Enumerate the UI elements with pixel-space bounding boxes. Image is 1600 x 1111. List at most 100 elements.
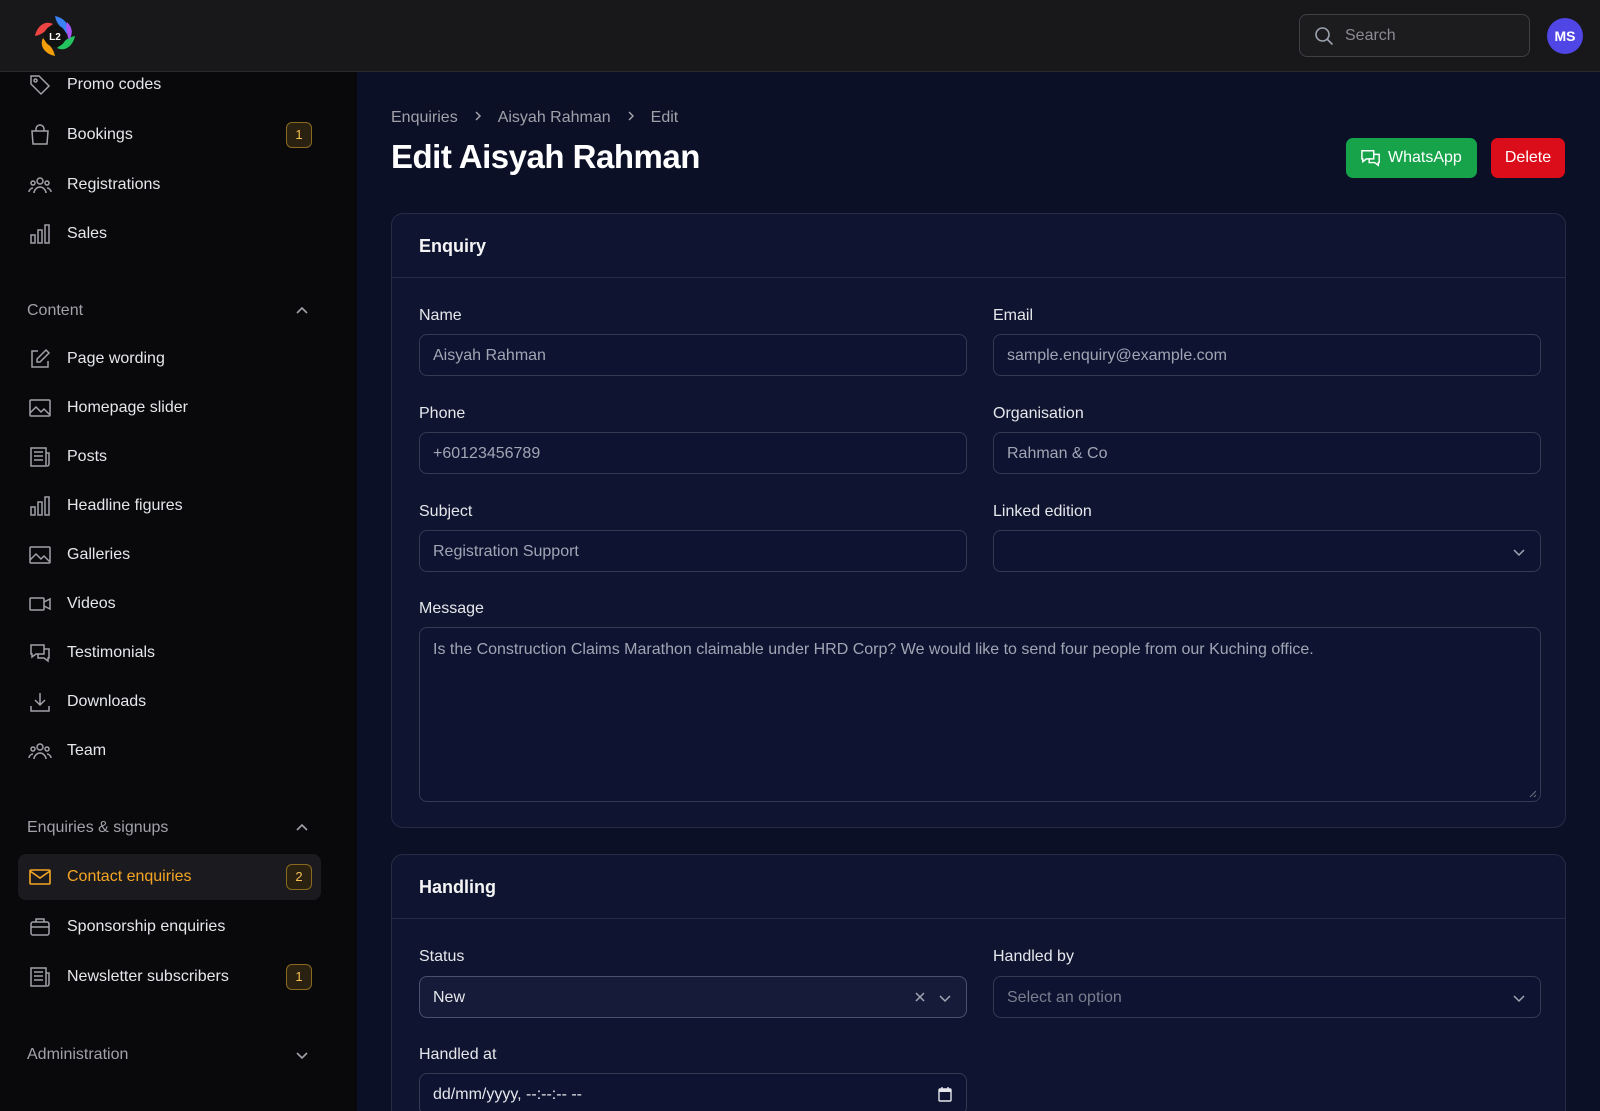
sidebar-item-posts[interactable]: Posts [18, 434, 321, 480]
count-badge: 1 [286, 964, 312, 990]
message-label: Message [419, 600, 484, 617]
group-label: Content [27, 302, 84, 319]
sidebar-item-page-wording[interactable]: Page wording [18, 336, 321, 382]
name-label: Name [419, 307, 462, 324]
chevron-down-icon [1513, 549, 1525, 557]
chat-bubbles-icon [30, 644, 50, 663]
sidebar-item-label: Contact enquiries [67, 868, 192, 885]
chevron-down-icon [939, 995, 951, 1003]
shopping-bag-icon [31, 124, 49, 145]
chevron-up-icon [296, 823, 308, 831]
section-title: Enquiry [419, 236, 487, 256]
handled-by-label: Handled by [993, 948, 1074, 965]
user-group-icon [28, 743, 52, 760]
organisation-field[interactable]: Rahman & Co [993, 432, 1541, 474]
avatar[interactable]: MS [1547, 18, 1583, 54]
subject-field[interactable]: Registration Support [419, 530, 967, 572]
sidebar-item-label: Posts [67, 448, 108, 465]
message-textarea[interactable]: Is the Construction Claims Marathon clai… [419, 627, 1541, 802]
sidebar-item-label: Sales [67, 225, 108, 242]
organisation-value: Rahman & Co [1007, 445, 1108, 462]
handled-by-select[interactable]: Select an option [993, 976, 1541, 1018]
users-icon [28, 177, 52, 194]
resize-handle-icon[interactable] [1527, 788, 1537, 798]
briefcase-icon [30, 918, 50, 936]
sidebar-item-label: Bookings [67, 126, 133, 143]
sidebar-item-downloads[interactable]: Downloads [18, 679, 321, 725]
email-field[interactable]: sample.enquiry@example.com [993, 334, 1541, 376]
chevron-up-icon [296, 306, 308, 314]
sidebar-item-label: Videos [67, 595, 116, 612]
sidebar-item-label: Registrations [67, 176, 161, 193]
linked-edition-select[interactable] [993, 530, 1541, 572]
chevron-down-icon [296, 1052, 308, 1060]
sidebar-item-label: Homepage slider [67, 399, 188, 416]
search-placeholder: Search [1345, 27, 1396, 44]
section-title: Handling [419, 877, 496, 897]
breadcrumb: Enquiries Aisyah Rahman Edit [391, 108, 678, 128]
sidebar-item-label: Testimonials [67, 644, 156, 661]
status-label: Status [419, 948, 465, 965]
phone-field[interactable]: +60123456789 [419, 432, 967, 474]
sidebar-item-label: Team [67, 742, 107, 759]
linked-edition-label: Linked edition [993, 503, 1092, 520]
message-value: Is the Construction Claims Marathon clai… [433, 641, 1314, 658]
image-icon [29, 399, 51, 417]
sidebar-item-bookings[interactable]: Bookings 1 [18, 112, 321, 158]
bar-chart-icon [30, 224, 50, 244]
chevron-right-icon [626, 109, 636, 127]
pencil-square-icon [31, 348, 51, 368]
logo[interactable]: L2 [33, 14, 77, 58]
status-select[interactable]: New [419, 976, 967, 1018]
envelope-icon [29, 869, 51, 885]
phone-value: +60123456789 [433, 445, 541, 462]
sidebar-item-registrations[interactable]: Registrations [18, 162, 321, 208]
search-input[interactable]: Search [1299, 14, 1530, 57]
breadcrumb-link-enquiries[interactable]: Enquiries [391, 109, 458, 127]
clear-icon[interactable] [913, 990, 927, 1004]
sidebar-item-promo-codes[interactable]: Promo codes [18, 62, 321, 108]
sidebar-item-sponsorship-enquiries[interactable]: Sponsorship enquiries [18, 904, 321, 950]
page-title: Edit Aisyah Rahman [391, 138, 700, 175]
whatsapp-button[interactable]: WhatsApp [1346, 138, 1477, 178]
sidebar-item-newsletter-subscribers[interactable]: Newsletter subscribers 1 [18, 954, 321, 1000]
group-administration-toggle[interactable]: Administration [27, 1044, 309, 1068]
count-badge: 1 [286, 122, 312, 148]
subject-label: Subject [419, 503, 473, 520]
breadcrumb-current: Edit [650, 109, 679, 126]
sidebar-item-testimonials[interactable]: Testimonials [18, 630, 321, 676]
name-value: Aisyah Rahman [433, 347, 546, 364]
phone-label: Phone [419, 405, 466, 422]
sidebar-item-galleries[interactable]: Galleries [18, 532, 321, 578]
sidebar-item-team[interactable]: Team [18, 728, 321, 774]
breadcrumb-link-record[interactable]: Aisyah Rahman [498, 109, 611, 127]
group-content-toggle[interactable]: Content [27, 300, 309, 324]
section-header: Handling [392, 855, 1565, 919]
newspaper-icon [30, 967, 50, 987]
handled-at-label: Handled at [419, 1046, 497, 1063]
chevron-right-icon [473, 109, 483, 127]
sidebar-item-label: Downloads [67, 693, 147, 710]
chevron-down-icon [1513, 995, 1525, 1003]
video-camera-icon [29, 597, 51, 611]
status-value: New [433, 989, 466, 1006]
section-header: Enquiry [392, 214, 1565, 278]
newspaper-icon [30, 447, 50, 467]
tag-icon [30, 75, 51, 96]
image-icon [29, 546, 51, 564]
handled-at-field[interactable]: dd/mm/yyyy, --:--:-- -- [419, 1073, 967, 1111]
sidebar-item-videos[interactable]: Videos [18, 581, 321, 627]
calendar-icon[interactable] [938, 1086, 952, 1102]
sidebar-item-label: Sponsorship enquiries [67, 918, 226, 935]
sidebar-item-contact-enquiries[interactable]: Contact enquiries 2 [18, 854, 321, 900]
sidebar-item-headline-figures[interactable]: Headline figures [18, 483, 321, 529]
sidebar-item-label: Newsletter subscribers [67, 968, 229, 985]
group-enquiries-toggle[interactable]: Enquiries & signups [27, 817, 309, 841]
download-icon [30, 693, 50, 712]
name-field[interactable]: Aisyah Rahman [419, 334, 967, 376]
sidebar-item-homepage-slider[interactable]: Homepage slider [18, 385, 321, 431]
sidebar-item-sales[interactable]: Sales [18, 211, 321, 257]
group-label: Administration [27, 1046, 129, 1063]
delete-button[interactable]: Delete [1491, 138, 1565, 178]
subject-value: Registration Support [433, 543, 579, 560]
